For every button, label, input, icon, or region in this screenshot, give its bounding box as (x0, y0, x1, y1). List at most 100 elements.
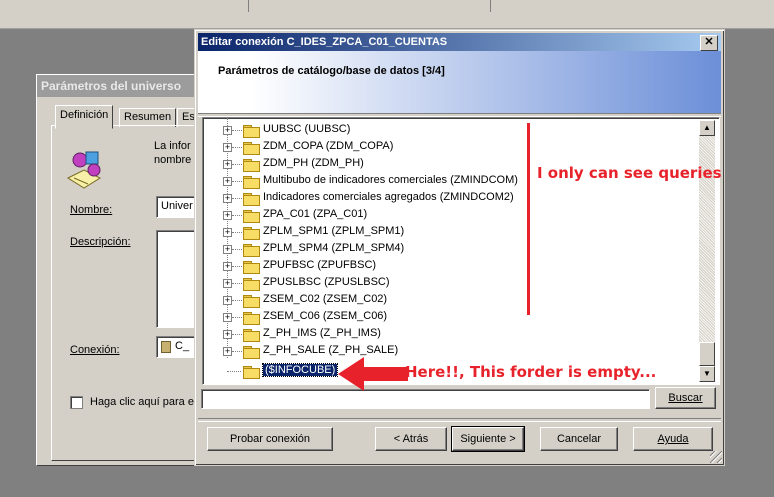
tree-item[interactable]: + UUBSC (UUBSC) (203, 122, 683, 139)
tree-item-label: Indicadores comerciales agregados (ZMIND… (263, 191, 514, 203)
tree-connector (232, 232, 242, 233)
checkbox[interactable] (70, 396, 83, 409)
tree-connector (232, 198, 242, 199)
wizard-header: Parámetros de catálogo/base de datos [3/… (198, 51, 721, 113)
tree-item[interactable]: + Indicadores comerciales agregados (ZMIN… (203, 190, 683, 207)
folder-icon (243, 278, 260, 291)
scroll-up-button[interactable]: ▲ (699, 120, 715, 136)
red-arrow-icon (338, 357, 408, 391)
tree-item-label: ZDM_COPA (ZDM_COPA) (263, 140, 394, 152)
expand-icon[interactable]: + (223, 330, 232, 339)
name-label: Nombre: (70, 204, 113, 216)
tree-scrollbar[interactable]: ▲ ▼ (699, 120, 715, 382)
folder-icon (243, 142, 260, 155)
name-field-value: Univer (161, 200, 193, 212)
expand-icon[interactable]: + (223, 296, 232, 305)
tree-connector (232, 147, 242, 148)
tree-item[interactable]: + Z_PH_IMS (Z_PH_IMS) (203, 326, 683, 343)
wizard-step-title: Parámetros de catálogo/base de datos [3/… (218, 65, 445, 77)
tree-item[interactable]: + ZPUFBSC (ZPUFBSC) (203, 258, 683, 275)
expand-icon[interactable]: + (223, 262, 232, 271)
folder-icon (243, 227, 260, 240)
tree-item-label: ZPUSLBSC (ZPUSLBSC) (263, 276, 390, 288)
info-text-line2: nombre (154, 154, 192, 166)
tree-item-label: ($INFOCUBE) (261, 363, 339, 377)
search-button[interactable]: Buscar (655, 387, 716, 409)
folder-icon (243, 295, 260, 308)
tree-connector (232, 317, 242, 318)
scroll-down-button[interactable]: ▼ (699, 366, 715, 382)
expand-icon[interactable]: + (223, 245, 232, 254)
universe-icon (66, 151, 102, 189)
folder-icon (243, 193, 260, 206)
tree-item[interactable]: + ZSEM_C06 (ZSEM_C06) (203, 309, 683, 326)
close-button[interactable]: ✕ (700, 35, 718, 51)
tree-item-label: ZPLM_SPM4 (ZPLM_SPM4) (263, 242, 405, 254)
edit-connection-dialog: Editar conexión C_IDES_ZPCA_C01_CUENTAS … (194, 29, 725, 466)
folder-icon (243, 159, 260, 172)
expand-icon[interactable]: + (223, 160, 232, 169)
expand-icon[interactable]: + (223, 347, 232, 356)
folder-icon (243, 312, 260, 325)
tree-item-label: ZSEM_C06 (ZSEM_C06) (263, 310, 388, 322)
dialog-title: Editar conexión C_IDES_ZPCA_C01_CUENTAS … (198, 33, 721, 51)
annotation-red-line (527, 123, 530, 315)
tree-item[interactable]: + ZPUSLBSC (ZPUSLBSC) (203, 275, 683, 292)
tree-connector (232, 181, 242, 182)
tree-item-label: ZSEM_C02 (ZSEM_C02) (263, 293, 388, 305)
tree-connector (232, 266, 242, 267)
tree-connector (232, 249, 242, 250)
tree-connector (232, 283, 242, 284)
folder-icon (243, 210, 260, 223)
tree-connector (232, 130, 242, 131)
tree-connector (232, 300, 242, 301)
background-window-strip (0, 0, 774, 29)
checkbox-label: Haga clic aquí para e (90, 396, 194, 408)
tree-item[interactable]: + Z_PH_SALE (Z_PH_SALE) (203, 343, 683, 360)
cancel-button[interactable]: Cancelar (540, 427, 618, 451)
tree-item-label: Z_PH_IMS (Z_PH_IMS) (263, 327, 381, 339)
folder-icon (243, 346, 260, 359)
resize-grip[interactable] (710, 451, 722, 463)
tab-definicion[interactable]: Definición (55, 105, 114, 129)
close-icon: ✕ (704, 36, 714, 48)
search-input[interactable] (201, 389, 650, 409)
annotation-empty-folder-note: Here!!, This forder is empty... (405, 363, 657, 381)
database-icon (161, 341, 171, 353)
tree-item[interactable]: + ZSEM_C02 (ZSEM_C02) (203, 292, 683, 309)
expand-icon[interactable]: + (223, 143, 232, 152)
tree-connector (232, 351, 242, 352)
tree-item-label: ZPUFBSC (ZPUFBSC) (263, 259, 377, 271)
help-button[interactable]: Ayuda (633, 427, 713, 451)
expand-icon[interactable]: + (223, 194, 232, 203)
tree-item[interactable]: + ZDM_COPA (ZDM_COPA) (203, 139, 683, 156)
tree-connector (227, 371, 241, 372)
expand-icon[interactable]: + (223, 228, 232, 237)
tree-item-label: ZPA_C01 (ZPA_C01) (263, 208, 368, 220)
tree-connector (232, 334, 242, 335)
expand-icon[interactable]: + (223, 177, 232, 186)
expand-icon[interactable]: + (223, 126, 232, 135)
expand-icon[interactable]: + (223, 211, 232, 220)
tree-item[interactable]: + ZPLM_SPM4 (ZPLM_SPM4) (203, 241, 683, 258)
test-connection-button[interactable]: Probar conexión (207, 427, 333, 451)
tree-item-label: Multibubo de indicadores comerciales (ZM… (263, 174, 518, 186)
folder-icon (243, 125, 260, 138)
buttons-divider (198, 418, 721, 422)
dialog-title-text: Editar conexión C_IDES_ZPCA_C01_CUENTAS (201, 36, 448, 48)
expand-icon[interactable]: + (223, 313, 232, 322)
tree-item[interactable]: + ZPLM_SPM1 (ZPLM_SPM1) (203, 224, 683, 241)
scroll-thumb[interactable] (699, 342, 715, 366)
tree-connector (232, 164, 242, 165)
folder-icon (243, 244, 260, 257)
folder-icon (243, 261, 260, 274)
next-button[interactable]: Siguiente > (451, 426, 525, 452)
strip-separator (490, 0, 491, 12)
back-button[interactable]: < Atrás (375, 427, 447, 451)
annotation-queries-note: I only can see queries (537, 164, 722, 182)
tree-item-label: UUBSC (UUBSC) (263, 123, 351, 135)
expand-icon[interactable]: + (223, 279, 232, 288)
catalog-tree[interactable]: + UUBSC (UUBSC) + ZDM_COPA (ZDM_COPA) + ZDM_P… (202, 117, 720, 385)
tree-item[interactable]: + ZPA_C01 (ZPA_C01) (203, 207, 683, 224)
connection-value: C_ (175, 340, 190, 352)
